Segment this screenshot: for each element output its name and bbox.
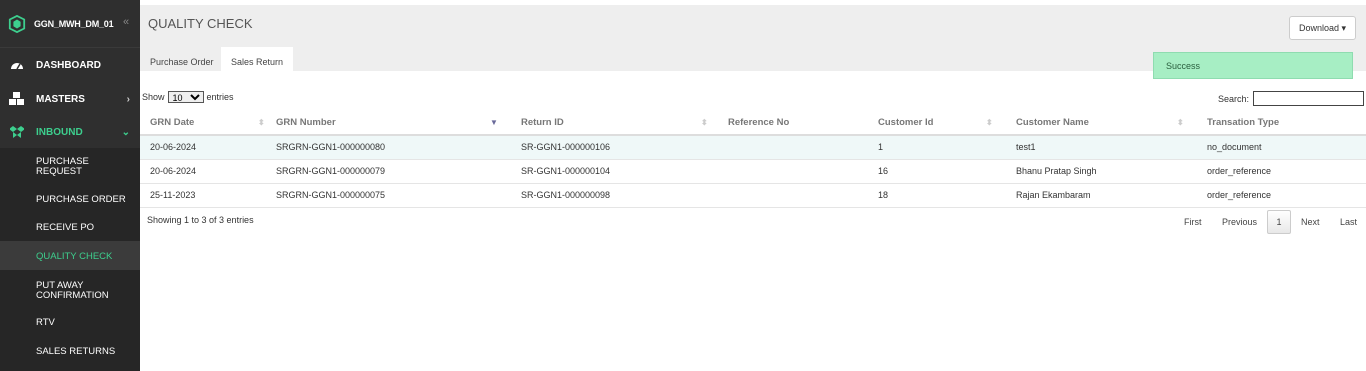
table-row[interactable]: 20-06-2024 SRGRN-GGN1-000000079 SR-GGN1-… [140,159,1366,184]
column-label: GRN Date [150,116,195,128]
brand: GGN_MWH_DM_01 « [0,0,140,48]
table-header-row: GRN Date ⬍ GRN Number ▼ Return ID ⬍ Referen… [140,110,1366,136]
column-label: Customer Name [1016,116,1089,128]
cell-grn-date: 20-06-2024 [140,135,266,160]
cell-grn-date: 20-06-2024 [140,159,266,184]
sort-icon: ⬍ [986,118,993,127]
column-label: Customer Id [878,116,934,128]
sidebar-item-label: DASHBOARD [36,59,101,71]
submenu-item-purchase-order[interactable]: PURCHASE ORDER [36,195,126,205]
page-title: QUALITY CHECK [148,16,253,31]
cell-return-id: SR-GGN1-000000104 [511,159,718,184]
cell-customer-name: Rajan Ekambaram [1006,183,1197,208]
cell-grn-number: SRGRN-GGN1-000000079 [266,159,511,184]
submenu-item-sales-returns[interactable]: SALES RETURNS [36,347,115,357]
column-header-customer-id[interactable]: Customer Id ⬍ [868,110,1006,136]
collapse-sidebar-icon[interactable]: « [123,16,129,28]
pagination-previous[interactable]: Previous [1222,210,1257,234]
dashboard-gauge-icon [9,57,25,73]
sidebar-item-label: MASTERS [36,93,85,105]
cell-transation-type: order_reference [1197,159,1366,184]
pagination-last[interactable]: Last [1340,210,1357,234]
brand-name: GGN_MWH_DM_01 [34,18,114,29]
entries-select[interactable]: 10 [167,91,204,103]
cell-return-id: SR-GGN1-000000106 [511,135,718,160]
sidebar-item-dashboard[interactable]: DASHBOARD [0,50,140,80]
column-header-customer-name[interactable]: Customer Name ⬍ [1006,110,1197,136]
submenu-label: CONFIRMATION [36,290,109,301]
table-row[interactable]: 25-11-2023 SRGRN-GGN1-000000075 SR-GGN1-… [140,183,1366,208]
sidebar-item-label: INBOUND [36,126,83,138]
table-row[interactable]: 20-06-2024 SRGRN-GGN1-000000080 SR-GGN1-… [140,135,1366,160]
cell-grn-number: SRGRN-GGN1-000000075 [266,183,511,208]
submenu-item-quality-check[interactable]: QUALITY CHECK [36,252,112,262]
pagination-next[interactable]: Next [1301,210,1320,234]
search-input[interactable] [1253,91,1365,106]
cell-return-id: SR-GGN1-000000098 [511,183,718,208]
sidebar: GGN_MWH_DM_01 « DASHBOARD MASTERS › INBO… [0,0,140,371]
sort-desc-icon: ▼ [490,118,498,127]
download-button[interactable]: Download ▾ [1289,16,1356,40]
column-label: Transation Type [1207,116,1280,128]
sort-icon: ⬍ [1177,118,1184,127]
submenu-label: RECEIVE PO [36,222,95,233]
submenu-label: SALES RETURNS [36,346,116,357]
submenu-label: PURCHASE ORDER [36,194,126,205]
submenu-label: QUALITY CHECK [36,251,113,262]
cell-reference-no [718,159,868,184]
tab-sales-return[interactable]: Sales Return [221,47,294,76]
cell-transation-type: order_reference [1197,183,1366,208]
submenu-item-receive-po[interactable]: RECEIVE PO [36,223,94,233]
sales-return-table: GRN Date ⬍ GRN Number ▼ Return ID ⬍ Referen… [140,110,1366,208]
cell-customer-name: Bhanu Pratap Singh [1006,159,1197,184]
cell-customer-id: 16 [868,159,1006,184]
entries-length-control: Show 10 entries [142,91,234,103]
sidebar-item-inbound[interactable]: INBOUND ⌄ [0,117,140,147]
column-label: Return ID [521,116,564,128]
show-label: Show [142,92,165,102]
column-header-return-id[interactable]: Return ID ⬍ [511,110,718,136]
search-control: Search: [1218,91,1365,106]
main-content: QUALITY CHECK Download ▾ Purchase Order … [140,0,1366,371]
cell-customer-name: test1 [1006,135,1197,160]
cell-grn-date: 25-11-2023 [140,183,266,208]
pagination-first[interactable]: First [1184,210,1202,234]
submenu-label: RTV [36,317,55,328]
sidebar-item-masters[interactable]: MASTERS › [0,84,140,114]
column-label: GRN Number [276,116,336,128]
sort-icon: ⬍ [258,118,265,127]
sort-icon: ⬍ [701,118,708,127]
submenu-item-purchase-request[interactable]: PURCHASE REQUEST [36,157,89,177]
pagination-page-1[interactable]: 1 [1267,210,1291,234]
search-label: Search: [1218,93,1250,104]
logo-icon [8,14,26,33]
cell-reference-no [718,183,868,208]
cell-transation-type: no_document [1197,135,1366,160]
chevron-down-icon: ⌄ [121,126,130,138]
column-header-grn-date[interactable]: GRN Date ⬍ [140,110,266,136]
submenu-item-put-away-confirmation[interactable]: PUT AWAY CONFIRMATION [36,281,109,301]
column-label: Reference No [728,116,790,128]
column-header-reference-no[interactable]: Reference No [718,110,868,136]
cell-customer-id: 18 [868,183,1006,208]
cell-customer-id: 1 [868,135,1006,160]
submenu-label: REQUEST [36,166,82,177]
tab-purchase-order[interactable]: Purchase Order [140,47,224,76]
chevron-right-icon: › [126,93,130,105]
cell-reference-no [718,135,868,160]
entries-label: entries [206,92,234,102]
cell-grn-number: SRGRN-GGN1-000000080 [266,135,511,160]
column-header-transation-type[interactable]: Transation Type [1197,110,1366,136]
table-info: Showing 1 to 3 of 3 entries [147,215,254,225]
success-toast: Success [1153,52,1353,79]
column-header-grn-number[interactable]: GRN Number ▼ [266,110,511,136]
dropbox-icon [9,124,25,140]
cubes-icon [9,91,25,107]
submenu-item-rtv[interactable]: RTV [36,318,55,328]
